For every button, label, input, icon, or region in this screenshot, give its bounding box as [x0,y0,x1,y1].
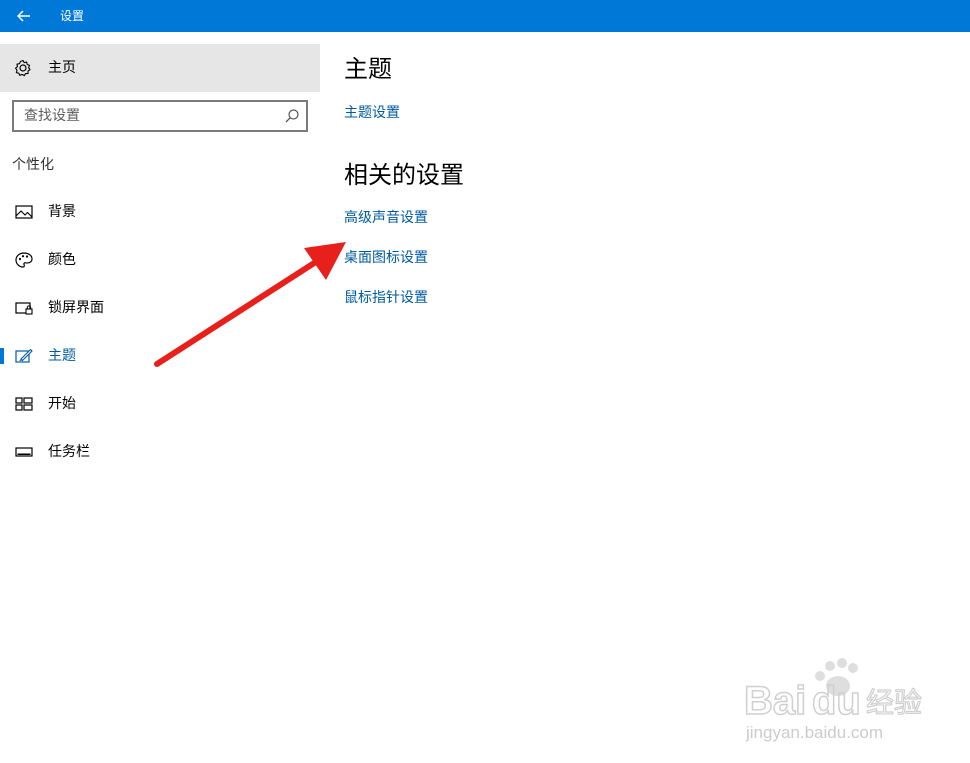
advanced-sound-settings-link[interactable]: 高级声音设置 [344,209,428,227]
search-input[interactable] [14,102,284,130]
page-title: 主题 [344,55,392,83]
sidebar-item-taskbar[interactable]: 任务栏 [0,432,320,472]
sidebar-item-background[interactable]: 背景 [0,192,320,232]
palette-icon [15,252,33,268]
title-bar: 设置 [0,0,970,32]
sidebar: 主页 个性化 背景 颜色 锁屏界面 [0,32,320,763]
picture-icon [15,205,33,219]
related-settings-heading: 相关的设置 [344,161,464,189]
svg-text:经验: 经验 [866,686,922,719]
sidebar-item-label: 锁屏界面 [48,300,104,316]
sidebar-item-label: 背景 [48,204,76,220]
svg-text:du: du [812,679,861,723]
svg-text:jingyan.baidu.com: jingyan.baidu.com [745,723,883,742]
gear-icon [14,59,31,77]
sidebar-item-label: 任务栏 [48,444,90,460]
sidebar-item-lock-screen[interactable]: 锁屏界面 [0,288,320,328]
section-label-personalization: 个性化 [12,157,54,173]
sidebar-item-label: 开始 [48,396,76,412]
sidebar-item-colors[interactable]: 颜色 [0,240,320,280]
lock-screen-icon [15,302,33,315]
desktop-icon-settings-link[interactable]: 桌面图标设置 [344,249,428,267]
baidu-watermark: Bai du 经验 jingyan.baidu.com [744,658,923,742]
search-icon[interactable] [284,108,300,124]
sidebar-item-label: 颜色 [48,252,76,268]
sidebar-item-label: 主题 [48,348,76,364]
theme-settings-link[interactable]: 主题设置 [344,104,400,122]
theme-brush-icon [15,348,33,363]
sidebar-item-themes[interactable]: 主题 [0,336,320,376]
back-button[interactable] [0,0,48,32]
start-tiles-icon [15,397,33,411]
search-box [12,100,308,132]
home-button[interactable]: 主页 [0,44,320,92]
mouse-pointer-settings-link[interactable]: 鼠标指针设置 [344,289,428,307]
sidebar-item-start[interactable]: 开始 [0,384,320,424]
arrow-left-icon [17,10,30,22]
taskbar-icon [15,447,33,457]
home-label: 主页 [48,60,76,76]
window-title: 设置 [60,9,85,23]
svg-text:Bai: Bai [744,679,806,723]
